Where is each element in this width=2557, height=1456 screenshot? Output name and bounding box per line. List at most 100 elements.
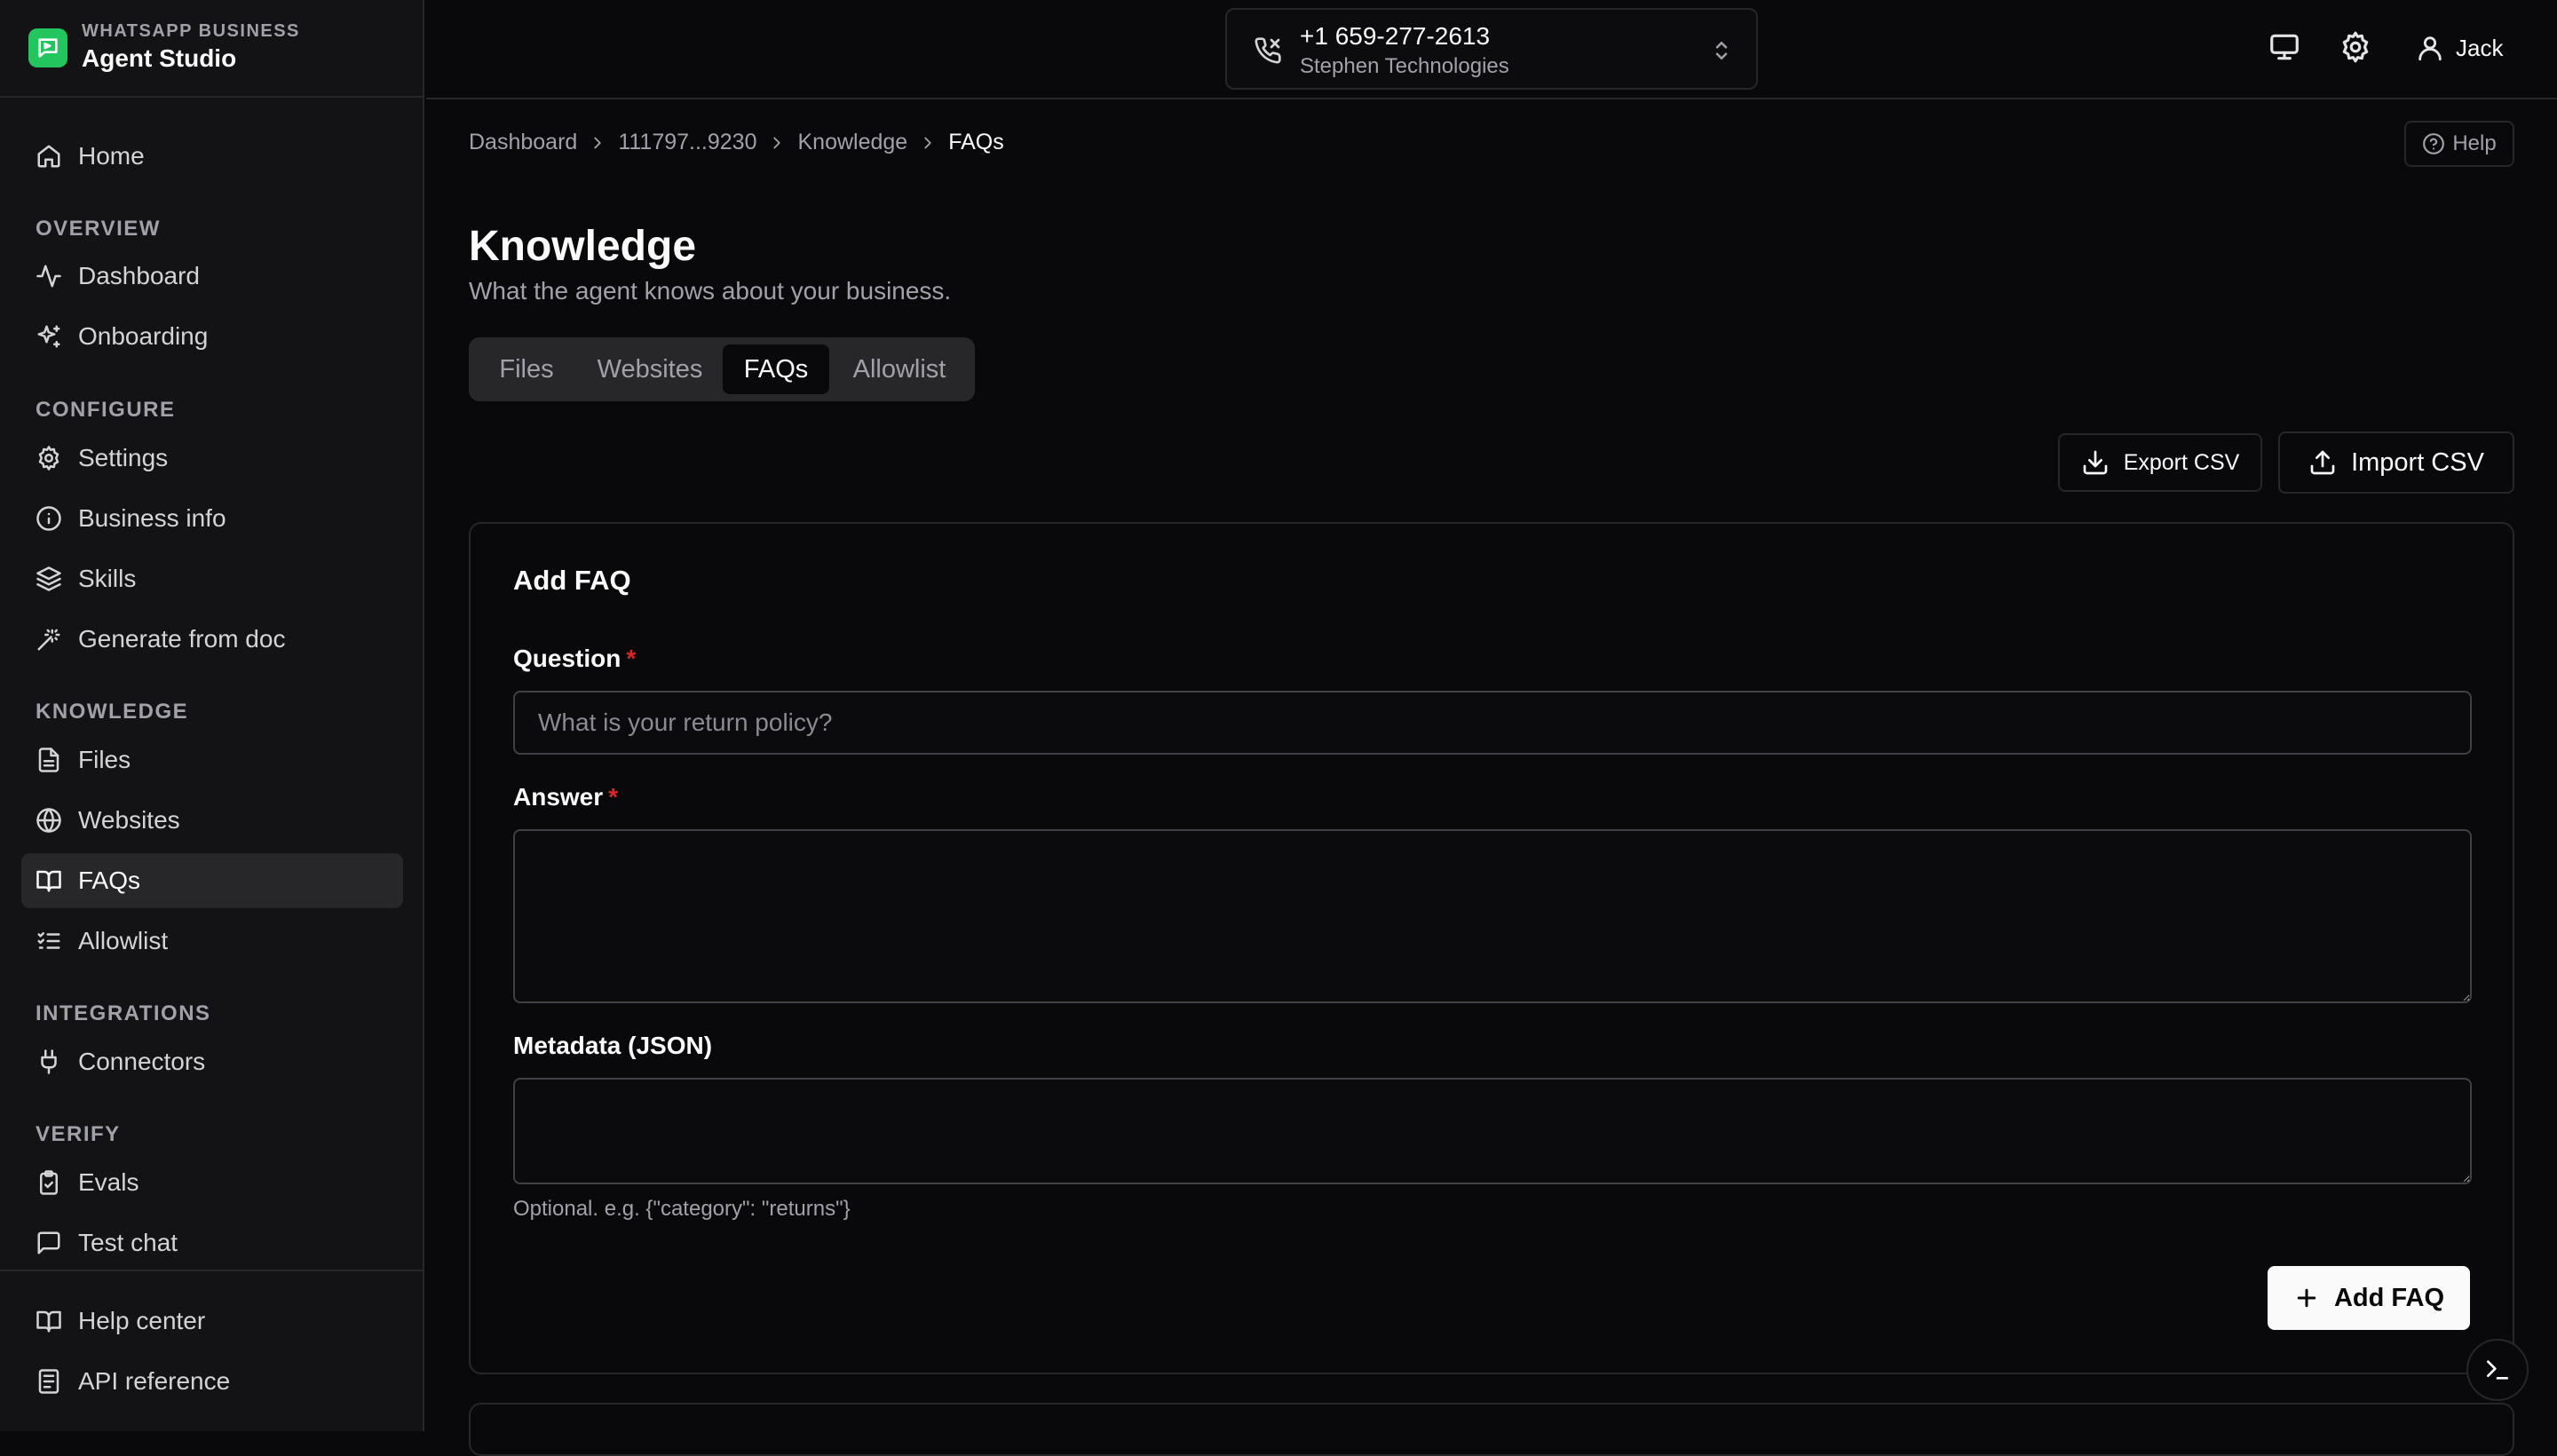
sidebar-item-websites[interactable]: Websites (21, 793, 403, 848)
sidebar-item-label: Connectors (78, 1048, 206, 1075)
question-input[interactable] (513, 691, 2472, 755)
sidebar: WHATSAPP BUSINESS Agent Studio Home OVER… (0, 0, 424, 1431)
terminal-button[interactable] (2466, 1339, 2529, 1401)
sidebar-item-label: Allowlist (78, 927, 169, 954)
tab-files[interactable]: Files (476, 344, 577, 394)
brand-kicker: WHATSAPP BUSINESS (82, 21, 300, 41)
metadata-label: Metadata (JSON) (513, 1032, 713, 1059)
sidebar-item-onboarding[interactable]: Onboarding (21, 309, 403, 364)
book-open-icon (36, 1308, 62, 1334)
add-faq-button[interactable]: Add FAQ (2268, 1266, 2470, 1330)
sidebar-item-generate-from-doc[interactable]: Generate from doc (21, 612, 403, 667)
chevron-right-icon (918, 133, 938, 153)
metadata-textarea[interactable] (513, 1078, 2472, 1184)
sidebar-item-connectors[interactable]: Connectors (21, 1034, 403, 1089)
clipboard-check-icon (36, 1169, 62, 1196)
info-icon (36, 505, 62, 532)
sidebar-item-label: Dashboard (78, 262, 200, 289)
sidebar-item-label: Files (78, 746, 131, 773)
faq-list-card (469, 1403, 2514, 1456)
sidebar-item-label: Settings (78, 444, 169, 471)
breadcrumb-dashboard[interactable]: Dashboard (469, 130, 577, 155)
section-integrations: INTEGRATIONS (36, 1001, 211, 1025)
sidebar-item-business-info[interactable]: Business info (21, 491, 403, 546)
help-circle-icon (2422, 132, 2445, 155)
section-verify: VERIFY (36, 1122, 121, 1146)
sidebar-item-label: Skills (78, 565, 137, 592)
sidebar-item-evals[interactable]: Evals (21, 1155, 403, 1210)
top-bar: +1 659-277-2613 Stephen Technologies Jac… (426, 0, 2557, 99)
phone-icon (1254, 36, 1282, 65)
sidebar-item-label: Websites (78, 806, 180, 834)
import-csv-label: Import CSV (2351, 447, 2484, 477)
question-label: Question * (513, 645, 636, 673)
sidebar-item-skills[interactable]: Skills (21, 551, 403, 606)
sidebar-item-label: Generate from doc (78, 625, 286, 653)
brand-header: WHATSAPP BUSINESS Agent Studio (0, 0, 424, 98)
page-subtitle: What the agent knows about your business… (469, 277, 952, 305)
sidebar-item-label: API reference (78, 1367, 231, 1395)
chevrons-up-down-icon (1708, 36, 1735, 65)
magic-wand-icon (36, 626, 62, 653)
sidebar-divider (0, 1270, 424, 1271)
required-mark: * (608, 783, 619, 811)
sidebar-item-label: FAQs (78, 866, 141, 894)
gear-icon[interactable] (2339, 30, 2372, 64)
phone-number: +1 659-277-2613 (1300, 22, 1491, 50)
list-checks-icon (36, 928, 62, 954)
sidebar-item-dashboard[interactable]: Dashboard (21, 249, 403, 304)
sidebar-item-label: Business info (78, 504, 226, 532)
user-menu-button[interactable]: Jack (2415, 30, 2503, 66)
book-open-icon (36, 867, 62, 894)
sidebar-item-label: Test chat (78, 1229, 178, 1256)
organization-name: Stephen Technologies (1300, 54, 1509, 78)
section-knowledge: KNOWLEDGE (36, 700, 189, 724)
question-label-text: Question (513, 645, 621, 672)
sidebar-item-label: Home (78, 142, 145, 170)
breadcrumb-knowledge[interactable]: Knowledge (797, 130, 907, 155)
download-icon (2081, 448, 2110, 477)
answer-label: Answer * (513, 783, 618, 811)
sidebar-item-label: Evals (78, 1168, 139, 1196)
knowledge-tabs: Files Websites FAQs Allowlist (469, 337, 975, 401)
sparkles-icon (36, 323, 62, 350)
sidebar-item-home[interactable]: Home (21, 129, 403, 184)
export-csv-label: Export CSV (2123, 449, 2240, 475)
user-icon (2415, 33, 2445, 63)
sidebar-item-settings[interactable]: Settings (21, 431, 403, 486)
import-csv-button[interactable]: Import CSV (2278, 431, 2514, 494)
sidebar-item-test-chat[interactable]: Test chat (21, 1215, 403, 1270)
file-icon (36, 747, 62, 773)
terminal-icon (2483, 1356, 2512, 1384)
gear-icon (36, 445, 62, 471)
message-square-icon (36, 1230, 62, 1256)
sidebar-item-faqs[interactable]: FAQs (21, 853, 403, 908)
brand-name: Agent Studio (82, 44, 237, 72)
chevron-right-icon (767, 133, 787, 153)
add-faq-title: Add FAQ (513, 565, 631, 596)
sidebar-item-allowlist[interactable]: Allowlist (21, 914, 403, 969)
tab-allowlist[interactable]: Allowlist (831, 344, 968, 394)
breadcrumb-agent-id[interactable]: 111797...9230 (618, 130, 756, 155)
answer-label-text: Answer (513, 783, 604, 811)
activity-icon (36, 263, 62, 289)
required-mark: * (626, 645, 637, 672)
chevron-right-icon (588, 133, 607, 153)
page-title: Knowledge (469, 223, 697, 270)
monitor-icon[interactable] (2268, 30, 2301, 64)
sidebar-item-files[interactable]: Files (21, 732, 403, 787)
sidebar-item-help-center[interactable]: Help center (21, 1294, 403, 1349)
sidebar-item-api-reference[interactable]: API reference (21, 1354, 403, 1409)
phone-number-switcher[interactable]: +1 659-277-2613 Stephen Technologies (1225, 8, 1758, 90)
section-overview: OVERVIEW (36, 217, 161, 241)
document-icon (36, 1368, 62, 1395)
answer-textarea[interactable] (513, 829, 2472, 1003)
tab-faqs[interactable]: FAQs (723, 344, 829, 394)
plug-icon (36, 1048, 62, 1075)
add-faq-label: Add FAQ (2333, 1283, 2445, 1312)
tab-websites[interactable]: Websites (579, 344, 721, 394)
help-button[interactable]: Help (2404, 121, 2514, 167)
layers-icon (36, 566, 62, 592)
metadata-hint: Optional. e.g. {"category": "returns"} (513, 1197, 851, 1221)
export-csv-button[interactable]: Export CSV (2058, 433, 2262, 492)
